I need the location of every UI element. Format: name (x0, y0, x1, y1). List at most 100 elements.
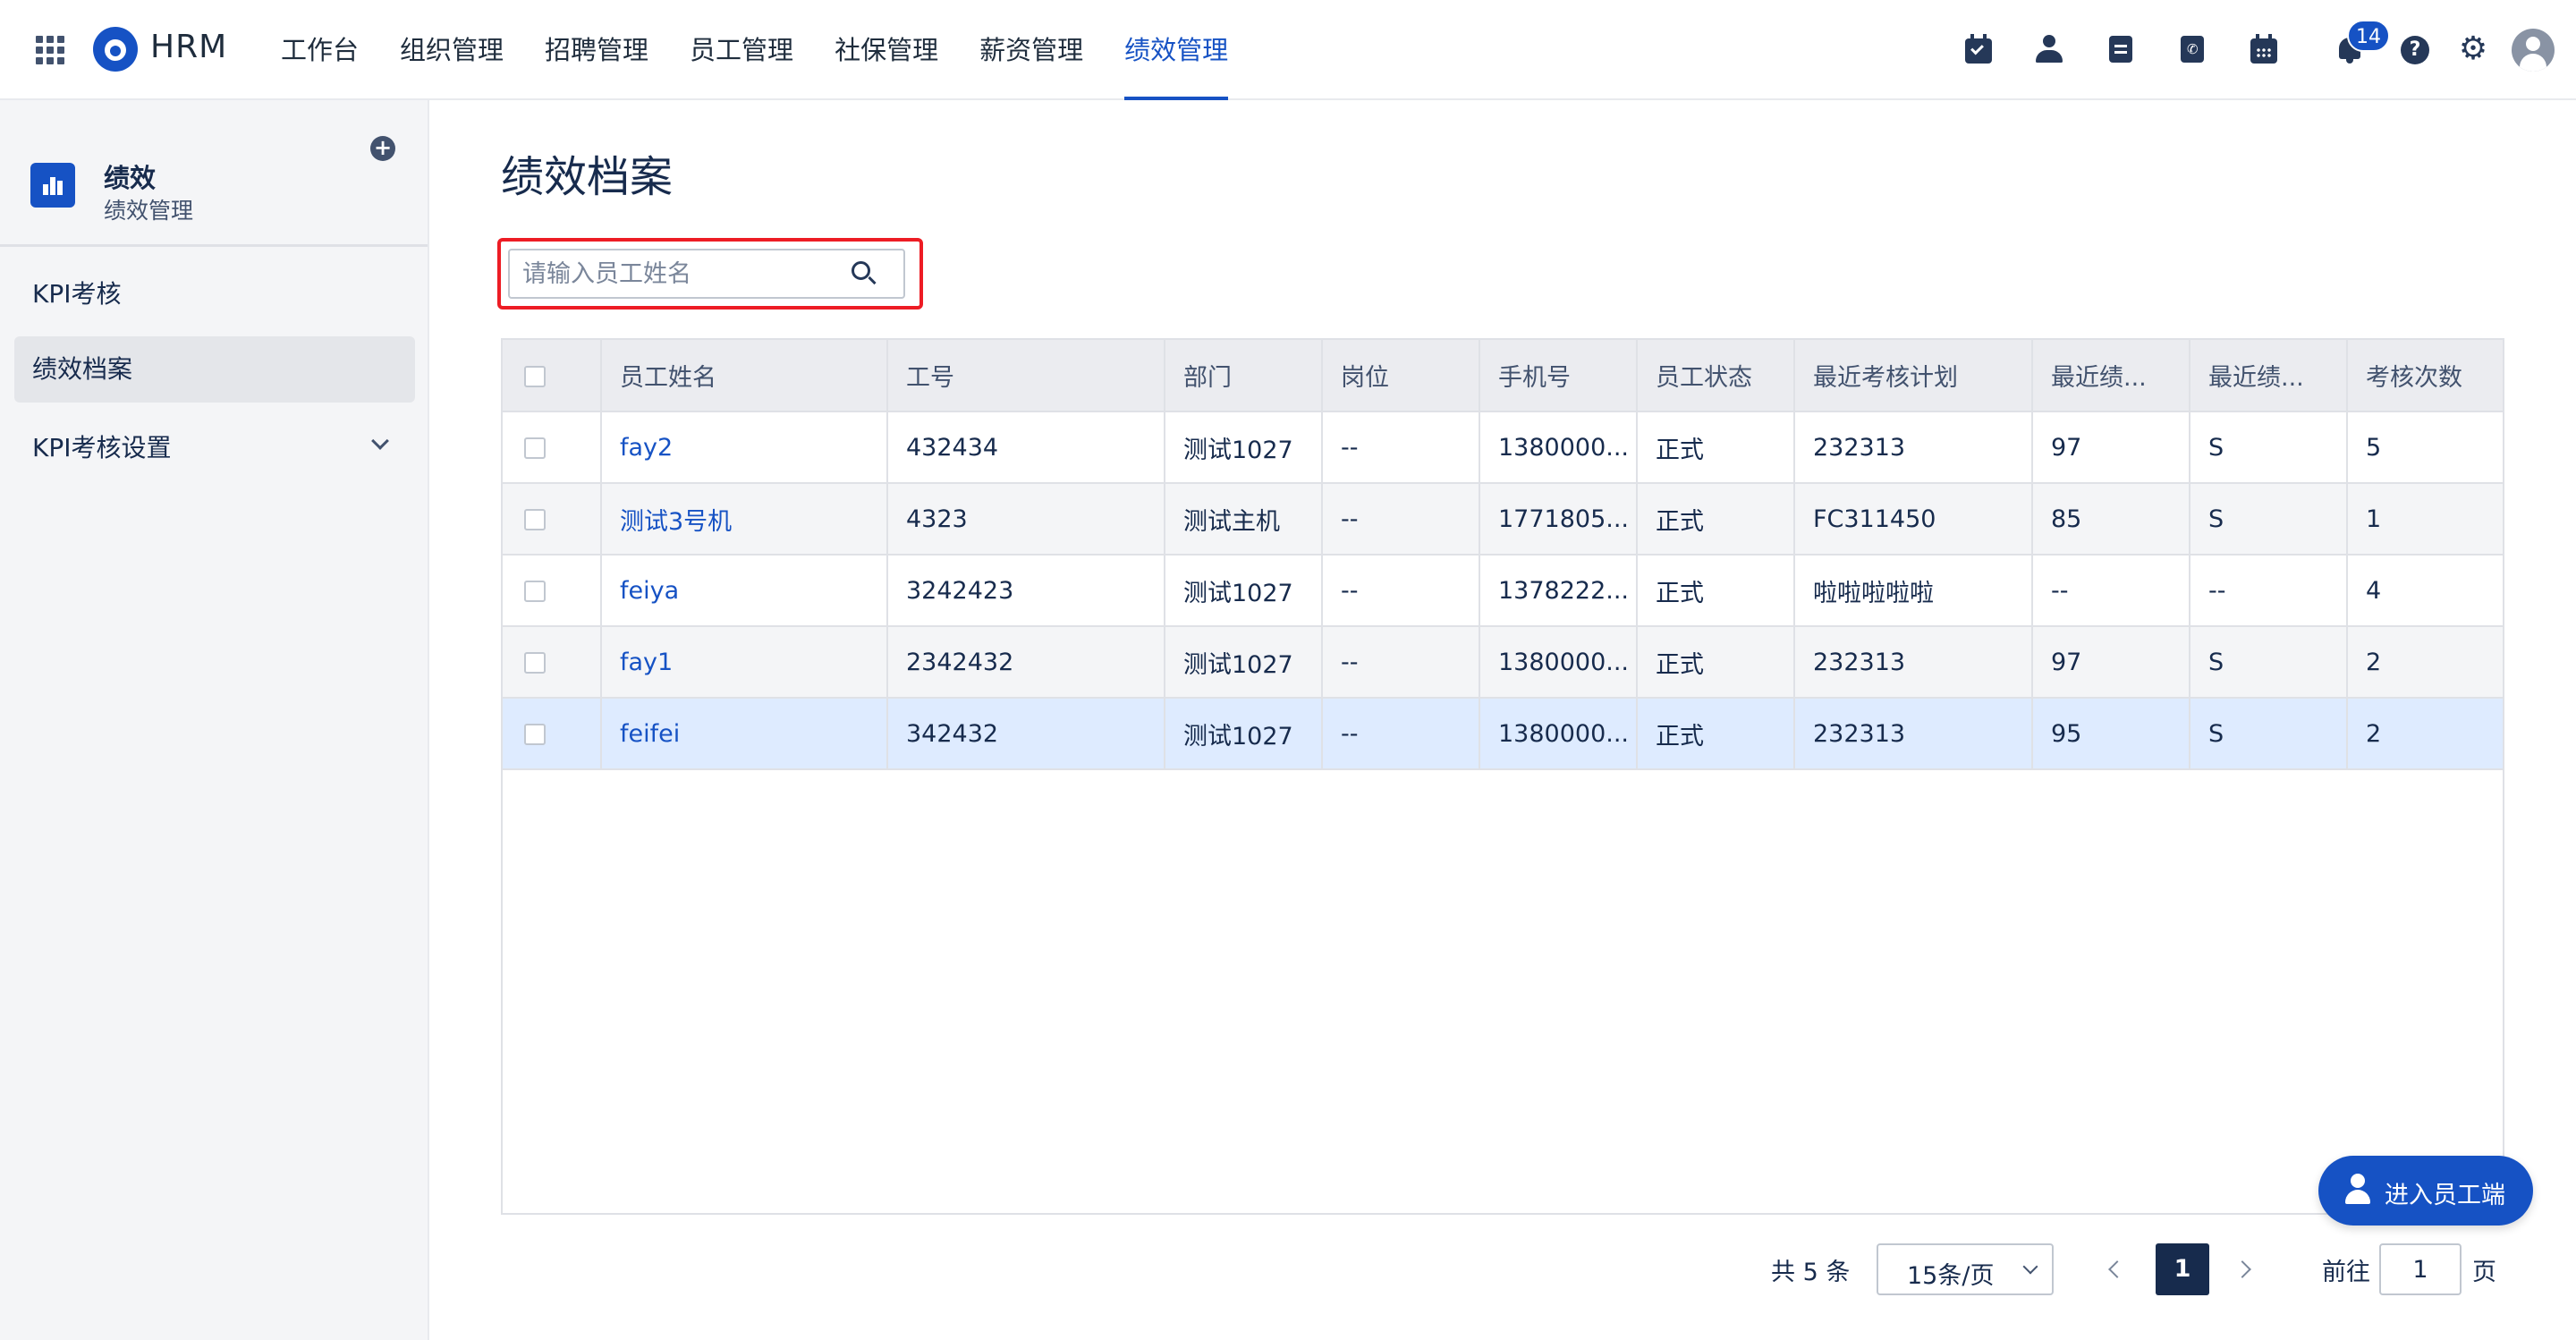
column-header: 最近考核计划 (1794, 340, 2033, 412)
table-row[interactable]: fay1 2342432 测试1027 -- 1380000... 正式 232… (503, 626, 2503, 699)
column-header: 最近绩... (2032, 340, 2190, 412)
page-size-value: 15条/页 (1907, 1262, 1995, 1290)
page-number-current[interactable]: 1 (2156, 1243, 2209, 1295)
table-cell: 测试1027 (1165, 626, 1323, 699)
select-all-checkbox-cell[interactable] (503, 340, 602, 412)
table-cell: 1378222... (1479, 555, 1638, 627)
help-icon[interactable]: ? (2399, 34, 2429, 64)
table-cell: -- (1322, 483, 1480, 556)
table-cell: S (2190, 483, 2348, 556)
table-cell: 2 (2347, 626, 2503, 699)
table-cell: -- (2032, 555, 2190, 627)
page-title: 绩效档案 (501, 152, 674, 202)
nav-item-employees[interactable]: 员工管理 (690, 0, 793, 100)
page-size-select[interactable]: 15条/页 (1877, 1243, 2054, 1295)
row-checkbox-cell[interactable] (503, 483, 602, 556)
goto-label: 前往 (2322, 1259, 2370, 1286)
top-navbar: HRM 工作台 组织管理 招聘管理 员工管理 社保管理 薪资管理 绩效管理 ✆ … (0, 0, 2576, 100)
nav-item-workbench[interactable]: 工作台 (281, 0, 359, 100)
table-cell: 97 (2032, 626, 2190, 699)
prev-page-icon[interactable] (2108, 1260, 2126, 1278)
phone-icon[interactable]: ✆ (2177, 34, 2207, 64)
table-cell: 测试1027 (1165, 555, 1323, 627)
table-cell: 2 (2347, 698, 2503, 770)
avatar[interactable] (2512, 29, 2555, 72)
table-row[interactable]: feiya 3242423 测试1027 -- 1378222... 正式 啦啦… (503, 555, 2503, 627)
table-cell: 测试主机 (1165, 483, 1323, 556)
table-row[interactable]: 测试3号机 4323 测试主机 -- 1771805... 正式 FC31145… (503, 483, 2503, 556)
select-all-checkbox[interactable] (524, 365, 546, 387)
nav-item-payroll[interactable]: 薪资管理 (979, 0, 1083, 100)
search-field[interactable] (508, 249, 905, 299)
table-cell: 1380000... (1479, 626, 1638, 699)
row-checkbox-cell[interactable] (503, 698, 602, 770)
sidebar-item-performance-archive[interactable]: 绩效档案 (14, 336, 415, 403)
bar-chart-icon (30, 163, 75, 208)
apps-grid-icon[interactable] (36, 36, 64, 64)
pagination: 共 5 条 15条/页 1 前往 页 (0, 1243, 2576, 1297)
column-header: 手机号 (1479, 340, 1638, 412)
search-input[interactable] (522, 250, 844, 297)
column-header: 考核次数 (2347, 340, 2503, 412)
table-cell: -- (1322, 411, 1480, 484)
goto-page-input[interactable] (2379, 1243, 2462, 1295)
nav-item-recruitment[interactable]: 招聘管理 (545, 0, 648, 100)
calendar-check-icon[interactable] (1963, 34, 1994, 64)
employee-name-link[interactable]: feiya (601, 555, 888, 627)
total-count: 共 5 条 (1771, 1259, 1851, 1286)
add-circle-icon[interactable]: + (370, 136, 395, 161)
notification-badge: 14 (2347, 20, 2390, 52)
employee-name-link[interactable]: feifei (601, 698, 888, 770)
column-header: 岗位 (1322, 340, 1480, 412)
table-cell: FC311450 (1794, 483, 2033, 556)
document-icon[interactable] (2106, 34, 2136, 64)
table-row[interactable]: fay2 432434 测试1027 -- 1380000... 正式 2323… (503, 411, 2503, 484)
table-cell: 232313 (1794, 626, 2033, 699)
table-cell: 2342432 (887, 626, 1165, 699)
sidebar: 绩效 绩效管理 + KPI考核 绩效档案 KPI考核设置 (0, 100, 429, 1340)
archive-table: 员工姓名 工号 部门 岗位 手机号 员工状态 最近考核计划 最近绩... 最近绩… (501, 338, 2504, 1215)
sidebar-item-kpi-settings[interactable]: KPI考核设置 (14, 415, 415, 481)
row-checkbox-cell[interactable] (503, 411, 602, 484)
row-checkbox[interactable] (524, 437, 546, 459)
table-cell: S (2190, 411, 2348, 484)
sidebar-item-kpi-review[interactable]: KPI考核 (14, 261, 415, 327)
table-cell: 1771805... (1479, 483, 1638, 556)
table-cell: -- (2190, 555, 2348, 627)
gear-icon[interactable]: ⚙ (2458, 33, 2488, 65)
enter-employee-portal-label: 进入员工端 (2385, 1182, 2505, 1209)
employee-name-link[interactable]: fay1 (601, 626, 888, 699)
table-cell: 正式 (1637, 483, 1795, 556)
nav-item-social-security[interactable]: 社保管理 (835, 0, 938, 100)
main-nav: 工作台 组织管理 招聘管理 员工管理 社保管理 薪资管理 绩效管理 (281, 0, 1269, 100)
logo-icon[interactable] (93, 27, 138, 72)
search-icon[interactable] (852, 261, 877, 285)
row-checkbox[interactable] (524, 724, 546, 745)
row-checkbox-cell[interactable] (503, 626, 602, 699)
table-cell: 85 (2032, 483, 2190, 556)
next-page-icon[interactable] (2233, 1260, 2251, 1278)
table-cell: 97 (2032, 411, 2190, 484)
table-cell: 4 (2347, 555, 2503, 627)
employee-name-link[interactable]: fay2 (601, 411, 888, 484)
enter-employee-portal-button[interactable]: 进入员工端 (2318, 1156, 2533, 1226)
brand-name[interactable]: HRM (150, 29, 227, 65)
table-row[interactable]: feifei 342432 测试1027 -- 1380000... 正式 23… (503, 698, 2503, 770)
table-cell: 啦啦啦啦啦 (1794, 555, 2033, 627)
column-header: 员工状态 (1637, 340, 1795, 412)
calendar-icon[interactable] (2249, 34, 2279, 64)
row-checkbox[interactable] (524, 581, 546, 602)
row-checkbox-cell[interactable] (503, 555, 602, 627)
table-cell: 3242423 (887, 555, 1165, 627)
table-cell: -- (1322, 698, 1480, 770)
employee-name-link[interactable]: 测试3号机 (601, 483, 888, 556)
user-icon[interactable] (2034, 34, 2064, 64)
table-cell: S (2190, 698, 2348, 770)
goto-suffix: 页 (2472, 1259, 2496, 1286)
table-header-row: 员工姓名 工号 部门 岗位 手机号 员工状态 最近考核计划 最近绩... 最近绩… (503, 340, 2503, 412)
nav-item-organization[interactable]: 组织管理 (400, 0, 504, 100)
row-checkbox[interactable] (524, 509, 546, 530)
table-cell: 232313 (1794, 698, 2033, 770)
nav-item-performance[interactable]: 绩效管理 (1124, 0, 1229, 100)
row-checkbox[interactable] (524, 652, 546, 674)
